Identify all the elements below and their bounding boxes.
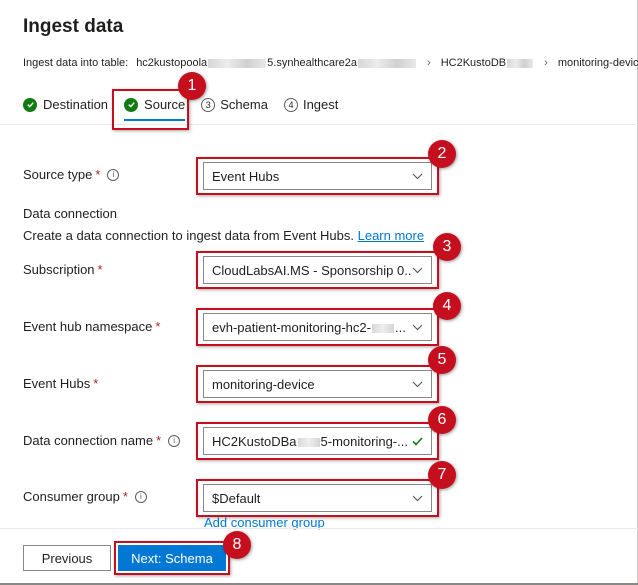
callout-highlight-consumer-group	[196, 479, 439, 517]
redacted-text	[507, 58, 534, 68]
info-icon[interactable]: i	[107, 168, 120, 181]
breadcrumb-label: Ingest data into table:	[23, 57, 129, 69]
breadcrumb-cluster-a[interactable]: hc2kustopoola	[136, 57, 207, 69]
subscription-label: Subscription *	[23, 262, 103, 277]
callout-highlight-source-step	[112, 89, 189, 130]
callout-highlight-subscription	[196, 251, 439, 289]
step-label: Schema	[220, 97, 268, 112]
chevron-right-icon: ›	[544, 57, 548, 69]
callout-badge: 6	[428, 406, 456, 434]
redacted-text	[358, 58, 417, 68]
data-connection-description: Create a data connection to ingest data …	[23, 228, 425, 243]
breadcrumb-cluster-b[interactable]: 5.synhealthcare2a	[267, 57, 357, 69]
step-label: Destination	[43, 97, 109, 112]
breadcrumb-table[interactable]: monitoring-device	[558, 57, 638, 69]
source-type-label: Source type * i	[23, 167, 120, 182]
info-icon[interactable]: i	[134, 490, 147, 503]
callout-highlight-namespace	[196, 308, 439, 346]
event-hubs-label: Event Hubs *	[23, 376, 99, 391]
callout-badge: 4	[433, 292, 461, 320]
callout-highlight-event-hubs	[196, 365, 439, 403]
namespace-label: Event hub namespace *	[23, 319, 161, 334]
callout-badge: 7	[428, 461, 456, 489]
step-ingest[interactable]: 4 Ingest	[283, 97, 339, 112]
callout-badge: 3	[433, 233, 461, 261]
callout-badge: 8	[223, 531, 251, 559]
callout-badge: 5	[428, 346, 456, 374]
info-icon[interactable]: i	[168, 434, 181, 447]
step-label: Ingest	[302, 97, 339, 112]
callout-highlight-next-button	[114, 541, 230, 575]
callout-badge: 1	[178, 72, 206, 100]
callout-highlight-connection-name	[196, 422, 439, 460]
footer-divider	[0, 528, 638, 529]
step-schema[interactable]: 3 Schema	[201, 97, 268, 112]
checkmark-icon	[23, 97, 37, 112]
chevron-right-icon: ›	[427, 57, 431, 69]
breadcrumb: Ingest data into table: hc2kustopoola 5.…	[23, 57, 638, 69]
connection-name-label: Data connection name * i	[23, 433, 181, 448]
step-destination[interactable]: Destination	[23, 97, 108, 112]
data-connection-heading: Data connection	[23, 206, 117, 221]
step-number-icon: 3	[201, 97, 216, 112]
page-title: Ingest data	[23, 16, 124, 37]
step-number-icon: 4	[283, 97, 298, 112]
previous-button[interactable]: Previous	[23, 545, 111, 571]
breadcrumb-database[interactable]: HC2KustoDB	[441, 57, 506, 69]
callout-highlight-source-type	[196, 157, 439, 195]
callout-badge: 2	[428, 140, 456, 168]
redacted-text	[208, 58, 267, 68]
divider	[0, 124, 638, 125]
consumer-group-label: Consumer group * i	[23, 489, 147, 504]
learn-more-link[interactable]: Learn more	[358, 228, 424, 243]
ingest-data-panel: Ingest data Ingest data into table: hc2k…	[0, 0, 638, 585]
